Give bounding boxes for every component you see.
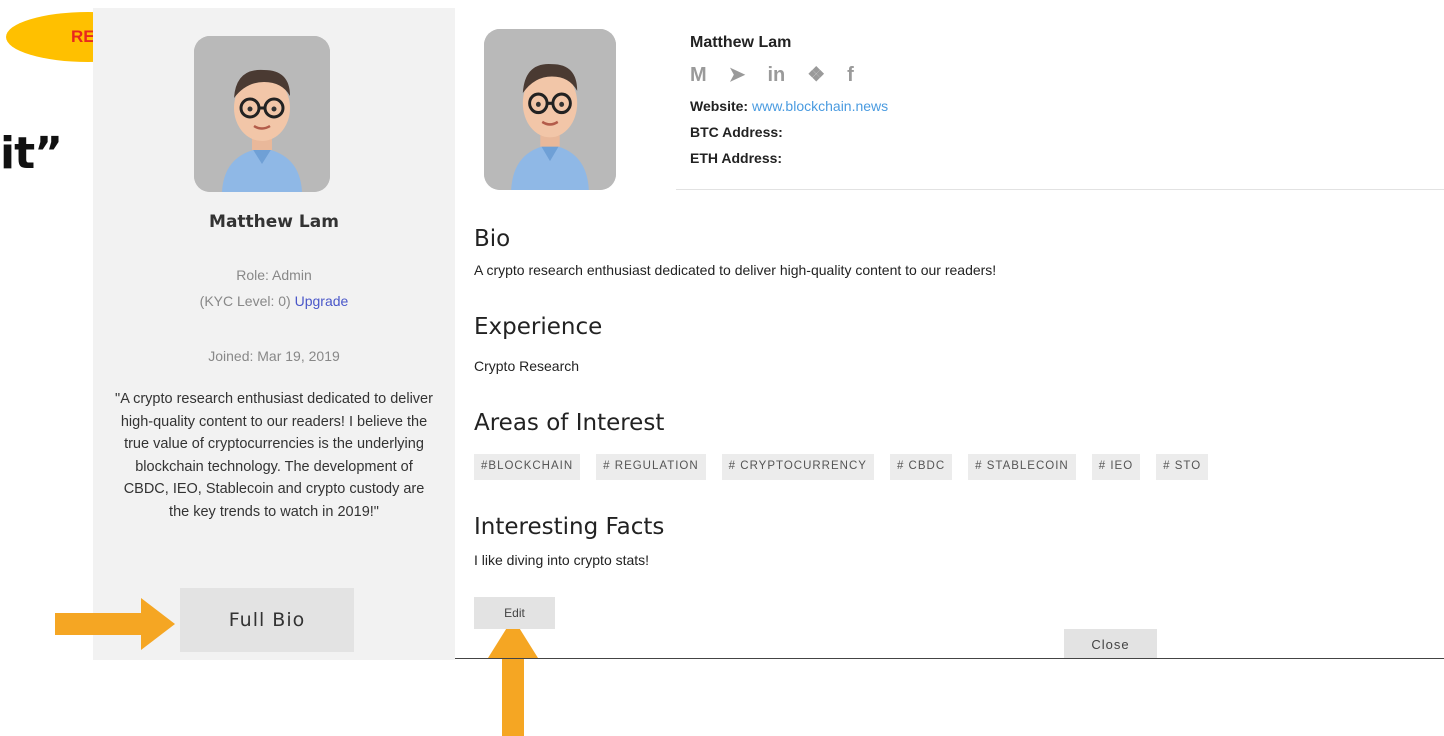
profile-summary-card: Matthew Lam Role: Admin (KYC Level: 0) U… bbox=[93, 8, 455, 660]
facts-title: Interesting Facts bbox=[474, 514, 665, 540]
close-button[interactable]: Close bbox=[1064, 629, 1157, 659]
arrow-up-icon bbox=[488, 618, 538, 736]
tag-cbdc[interactable]: # CBDC bbox=[889, 454, 953, 480]
avatar-illustration bbox=[194, 36, 330, 192]
profile-name: Matthew Lam bbox=[209, 212, 339, 232]
tag-ieo[interactable]: # IEO bbox=[1091, 454, 1141, 480]
eth-address-label: ETH Address: bbox=[690, 150, 783, 166]
bio-text: A crypto research enthusiast dedicated t… bbox=[474, 262, 997, 278]
avatar-illustration bbox=[484, 29, 616, 190]
kyc-level: (KYC Level: 0) Upgrade bbox=[93, 288, 455, 314]
website-label: Website: bbox=[690, 98, 749, 114]
header-divider bbox=[676, 189, 1444, 190]
interests-title: Areas of Interest bbox=[474, 410, 665, 436]
tag-stablecoin[interactable]: # STABLECOIN bbox=[968, 454, 1076, 480]
experience-title: Experience bbox=[474, 314, 603, 340]
interest-tags: #BLOCKCHAIN # REGULATION # CRYPTOCURRENC… bbox=[474, 454, 1209, 480]
edit-button[interactable]: Edit bbox=[474, 597, 555, 629]
facebook-icon[interactable]: f bbox=[847, 64, 854, 86]
tag-blockchain[interactable]: #BLOCKCHAIN bbox=[474, 454, 581, 480]
clipped-heading-text: it” bbox=[0, 128, 63, 179]
tag-cryptocurrency[interactable]: # CRYPTOCURRENCY bbox=[721, 454, 874, 480]
eth-address-row: ETH Address: bbox=[690, 150, 782, 166]
full-bio-button[interactable]: Full Bio bbox=[180, 588, 354, 652]
tag-regulation[interactable]: # REGULATION bbox=[596, 454, 706, 480]
arrow-right-icon bbox=[55, 598, 175, 650]
facts-text: I like diving into crypto stats! bbox=[474, 552, 650, 568]
telegram-icon[interactable]: ➤ bbox=[729, 64, 746, 86]
kyc-label: (KYC Level: 0) bbox=[199, 293, 291, 309]
bio-title: Bio bbox=[474, 226, 511, 252]
bio-quote: "A crypto research enthusiast dedicated … bbox=[115, 391, 433, 520]
website-link[interactable]: www.blockchain.news bbox=[752, 98, 888, 114]
experience-text: Crypto Research bbox=[474, 358, 580, 374]
role-label: Role: Admin bbox=[236, 267, 312, 283]
twitter-icon[interactable]: ❖ bbox=[807, 64, 825, 86]
btc-address-label: BTC Address: bbox=[690, 124, 783, 140]
tag-sto[interactable]: # STO bbox=[1156, 454, 1209, 480]
panel-bottom-border bbox=[455, 658, 1444, 659]
profile-name: Matthew Lam bbox=[690, 34, 792, 51]
avatar bbox=[484, 29, 616, 190]
medium-icon[interactable]: M bbox=[690, 64, 707, 86]
linkedin-icon[interactable]: in bbox=[767, 64, 785, 86]
upgrade-link[interactable]: Upgrade bbox=[295, 293, 349, 309]
joined-date: Joined: Mar 19, 2019 bbox=[208, 348, 340, 364]
avatar bbox=[194, 36, 330, 192]
website-row: Website: www.blockchain.news bbox=[690, 98, 888, 114]
social-links: M ➤ in ❖ f bbox=[690, 64, 854, 86]
btc-address-row: BTC Address: bbox=[690, 124, 783, 140]
role-info: Role: Admin (KYC Level: 0) Upgrade bbox=[93, 262, 455, 314]
